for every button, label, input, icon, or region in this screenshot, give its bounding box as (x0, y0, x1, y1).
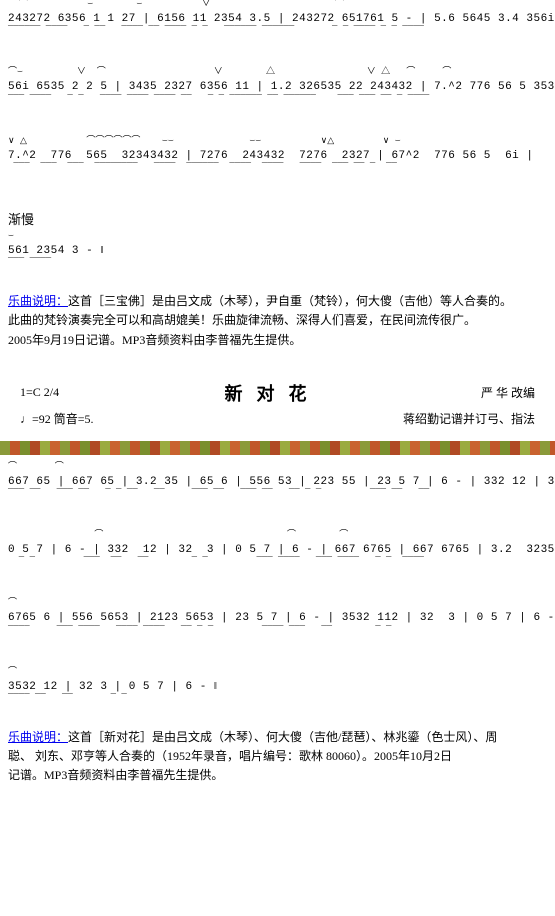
desc-text: 这首［新对花］是由吕文成（木琴）、何大傻（吉他/琵琶）、林兆鎏（色士风）、周 (68, 730, 497, 744)
desc-text: 记谱。MP3音频资料由李普福先生提供。 (8, 768, 223, 782)
notation-marks: ⌒ ⌒ (0, 463, 555, 473)
notation-marks: ∨ △ ⌒⌒⌒⌒⌒⌒ ⌣⌣ ⌣⌣ ∨△ ∨ ⌣ (0, 137, 555, 147)
desc-text: 2005年9月19日记谱。MP3音频资料由李普福先生提供。 (8, 333, 301, 347)
notation-marks: ⌒ ⌣ ⌣ ∨ ⌒ (0, 0, 555, 10)
notation-underline: ‾‾‾‾ ‾‾‾ ‾‾‾‾ ‾‾‾‾ ‾‾‾‾ ‾‾ ‾ ‾ ‾‾‾‾ ‾‾‾ … (0, 628, 555, 636)
piece-title-block: 1=C 2/4 新对花 严 华 改编 (0, 374, 555, 408)
piece-subtitle-block: ♩=92 筒音=5. 蒋绍勤记谱并订弓、指法 (0, 408, 555, 433)
desc-text: 这首［三宝佛］是由吕文成（木琴），尹自重（梵铃），何大傻（吉他）等人合奏的。 (68, 294, 512, 308)
notation-underline: ‾‾‾ ‾‾‾ ‾‾‾ ‾‾‾‾‾‾‾‾ ‾‾‾‾ ‾‾‾‾‾‾ ‾‾‾‾ ‾‾… (0, 165, 555, 173)
notation-marks: ⌒ (0, 599, 555, 609)
key-signature: 1=C 2/4 (20, 385, 140, 400)
notation-underline: ‾‾‾ ‾‾‾‾ ‾ ‾ ‾‾‾‾ ‾‾‾‾ ‾‾‾‾ ‾‾ ‾ ‾ ‾‾‾‾‾… (0, 97, 555, 105)
notation-underline: ‾ ‾ ‾‾‾ ‾‾ ‾‾ ‾ ‾ ‾‾‾ ‾‾‾‾ ‾‾‾ ‾‾‾‾ ‾ ‾ … (0, 559, 555, 567)
notation-marks: ⌣ (0, 232, 555, 242)
arranger-credit: 严 华 改编 (405, 384, 535, 401)
piece-title: 新对花 (140, 380, 405, 406)
notation-marks: ⌒ (0, 668, 555, 678)
notation-underline: ‾‾‾ ‾‾‾‾ (0, 260, 555, 268)
piece-description-1: 乐曲说明：这首［三宝佛］是由吕文成（木琴），尹自重（梵铃），何大傻（吉他）等人合… (0, 288, 555, 354)
notation-marks: ⌒⌣ ∨ ⌒ ∨ △ ∨ △ ⌒ ⌒ (0, 68, 555, 78)
desc-label: 乐曲说明： (8, 730, 68, 744)
desc-text: 聪、 刘东、邓亨等人合奏的（1952年录音，唱片编号：歌林 80060）。200… (8, 749, 452, 763)
desc-text: 此曲的梵铃演奏完全可以和高胡媲美！乐曲旋律流畅、深得人们喜爱，在民间流传很广。 (8, 313, 476, 327)
notation-underline: ‾‾‾ ‾‾ ‾‾‾ ‾‾ ‾ ‾ ‾‾ ‾‾ ‾‾‾ ‾‾ ‾‾‾ ‾‾ ‾‾… (0, 491, 555, 499)
decorative-divider (0, 441, 555, 455)
notation-underline: ‾‾‾‾‾‾ ‾‾‾‾ ‾ ‾‾ ‾‾‾‾ ‾‾ ‾‾‾‾ ‾ ‾ ‾‾‾‾‾‾… (0, 28, 555, 36)
tempo-note: ♩=92 筒音=5. (20, 410, 94, 427)
tempo-marking: 渐慢 (0, 205, 555, 232)
piece-description-2: 乐曲说明：这首［新对花］是由吕文成（木琴）、何大傻（吉他/琵琶）、林兆鎏（色士风… (0, 724, 555, 790)
notation-underline: ‾‾‾‾ ‾‾ ‾‾ ‾ ‾ (0, 696, 555, 704)
notation-row: 561 2354 3 - ‖ (0, 242, 555, 260)
transcriber-credit: 蒋绍勤记谱并订弓、指法 (403, 410, 535, 427)
desc-label: 乐曲说明： (8, 294, 68, 308)
notation-marks: ⌒ ⌒ ⌒ (0, 531, 555, 541)
